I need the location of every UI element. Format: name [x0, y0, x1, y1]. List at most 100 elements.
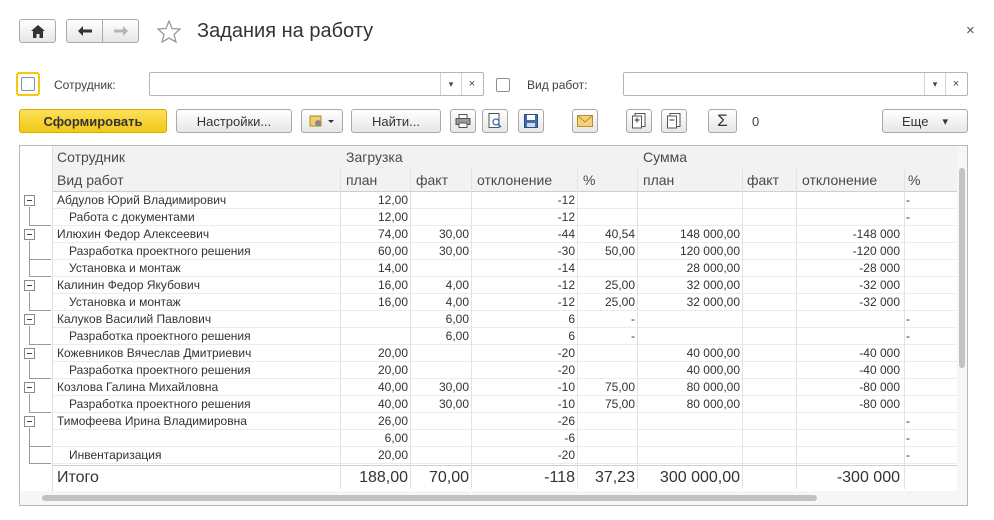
- collapse-group-icon[interactable]: [24, 280, 35, 291]
- report-table[interactable]: Сотрудник Загрузка Сумма Вид работ план …: [19, 145, 968, 506]
- work-type-row[interactable]: Установка и монтаж 16,00 4,00 -12 25,00 32 00…: [53, 294, 958, 311]
- column-divider: [796, 169, 797, 489]
- row-fact: [412, 447, 469, 464]
- header-sum-deviation[interactable]: отклонение: [802, 172, 877, 188]
- star-icon[interactable]: [157, 20, 181, 43]
- work-type-label: Вид работ:: [527, 78, 588, 92]
- header-work-type[interactable]: Вид работ: [57, 172, 124, 188]
- employee-row[interactable]: Илюхин Федор Алексеевич 74,00 30,00 -44 40,5…: [53, 226, 958, 243]
- row-sum-percent: [906, 345, 936, 362]
- row-deviation: -30: [557, 244, 575, 258]
- more-button[interactable]: Еще ▾: [882, 109, 968, 133]
- vertical-scroll-thumb[interactable]: [959, 168, 965, 368]
- work-type-row[interactable]: 6,00 -6 -: [53, 430, 958, 447]
- row-sum-plan: 120 000,00: [679, 244, 740, 258]
- row-percent: -: [631, 329, 635, 343]
- header-employee[interactable]: Сотрудник: [57, 149, 125, 165]
- work-type-row[interactable]: Разработка проектного решения 60,00 30,00 -…: [53, 243, 958, 260]
- row-sum-deviation: [798, 192, 900, 209]
- header-percent[interactable]: %: [583, 172, 595, 188]
- variant-menu-button[interactable]: [301, 109, 343, 133]
- work-type-row[interactable]: Разработка проектного решения 20,00 -20 40 …: [53, 362, 958, 379]
- employee-row[interactable]: Абдулов Юрий Владимирович 12,00 -12 -: [53, 192, 958, 209]
- header-fact[interactable]: факт: [416, 172, 448, 188]
- employee-row[interactable]: Козлова Галина Михайловна 40,00 30,00 -10 75…: [53, 379, 958, 396]
- tree-branch-line: [29, 310, 51, 311]
- work-type-row[interactable]: Разработка проектного решения 6,00 6 - -: [53, 328, 958, 345]
- employee-row[interactable]: Тимофеева Ирина Владимировна 26,00 -26 -: [53, 413, 958, 430]
- horizontal-scroll-thumb[interactable]: [42, 495, 817, 501]
- close-icon[interactable]: ×: [966, 22, 975, 39]
- find-button[interactable]: Найти...: [351, 109, 441, 133]
- row-deviation: -12: [557, 210, 575, 224]
- row-sum-fact: [744, 311, 794, 328]
- row-sum-plan: 32 000,00: [686, 278, 740, 292]
- row-plan: 20,00: [377, 448, 408, 462]
- work-type-row[interactable]: Работа с документами 12,00 -12 -: [53, 209, 958, 226]
- header-deviation[interactable]: отклонение: [477, 172, 552, 188]
- sum-button[interactable]: Σ: [708, 109, 737, 133]
- row-sum-percent: -: [906, 431, 910, 445]
- header-load[interactable]: Загрузка: [346, 149, 403, 165]
- collapse-groups-button[interactable]: [661, 109, 687, 133]
- row-sum-plan: [639, 430, 740, 447]
- save-button[interactable]: [518, 109, 544, 133]
- employee-filter-checkbox-focus[interactable]: [16, 72, 40, 96]
- row-sum-plan: 28 000,00: [686, 261, 740, 275]
- header-sum-percent[interactable]: %: [908, 172, 920, 188]
- vertical-scrollbar[interactable]: [957, 146, 967, 505]
- more-label: Еще: [902, 113, 929, 129]
- row-sum-deviation: [798, 447, 900, 464]
- row-name: Установка и монтаж: [69, 295, 181, 309]
- tree-branch-line: [29, 276, 51, 277]
- header-sum-fact[interactable]: факт: [747, 172, 779, 188]
- employee-field[interactable]: ▾ ×: [149, 72, 484, 96]
- collapse-group-icon[interactable]: [24, 382, 35, 393]
- back-button[interactable]: [66, 19, 103, 43]
- work-type-field[interactable]: ▾ ×: [623, 72, 968, 96]
- horizontal-scrollbar[interactable]: [20, 491, 967, 505]
- header-sum[interactable]: Сумма: [643, 149, 687, 165]
- work-type-dropdown-icon[interactable]: ▾: [924, 73, 945, 95]
- work-type-clear-icon[interactable]: ×: [945, 73, 966, 95]
- row-name: Абдулов Юрий Владимирович: [57, 193, 227, 207]
- row-sum-deviation: -80 000: [859, 397, 900, 411]
- row-fact: 6,00: [445, 329, 469, 343]
- preview-button[interactable]: [482, 109, 508, 133]
- row-plan: 16,00: [377, 278, 408, 292]
- header-sum-plan[interactable]: план: [643, 172, 674, 188]
- row-deviation: 6: [568, 312, 575, 326]
- employee-clear-icon[interactable]: ×: [461, 73, 482, 95]
- settings-button[interactable]: Настройки...: [176, 109, 292, 133]
- row-sum-deviation: -28 000: [859, 261, 900, 275]
- work-type-filter-checkbox[interactable]: [496, 78, 510, 92]
- employee-dropdown-icon[interactable]: ▾: [440, 73, 461, 95]
- generate-button[interactable]: Сформировать: [19, 109, 167, 133]
- forward-button[interactable]: [102, 19, 139, 43]
- expand-groups-button[interactable]: [626, 109, 652, 133]
- home-button[interactable]: [19, 19, 56, 43]
- employee-filter-checkbox[interactable]: [21, 77, 35, 91]
- column-divider: [410, 169, 411, 489]
- collapse-group-icon[interactable]: [24, 314, 35, 325]
- collapse-group-icon[interactable]: [24, 348, 35, 359]
- employee-row[interactable]: Калинин Федор Якубович 16,00 4,00 -12 25,00 3…: [53, 277, 958, 294]
- row-sum-plan: 32 000,00: [686, 295, 740, 309]
- row-fact: 4,00: [445, 295, 469, 309]
- print-button[interactable]: [450, 109, 476, 133]
- employee-row[interactable]: Кожевников Вячеслав Дмитриевич 20,00 -20 40…: [53, 345, 958, 362]
- header-plan[interactable]: план: [346, 172, 377, 188]
- send-email-button[interactable]: [572, 109, 598, 133]
- employee-label: Сотрудник:: [54, 78, 116, 92]
- work-type-row[interactable]: Инвентаризация 20,00 -20 -: [53, 447, 958, 464]
- row-percent: [579, 413, 635, 430]
- work-type-row[interactable]: Разработка проектного решения 40,00 30,00 -…: [53, 396, 958, 413]
- row-plan: 14,00: [377, 261, 408, 275]
- row-sum-percent: [906, 260, 936, 277]
- work-type-row[interactable]: Установка и монтаж 14,00 -14 28 000,00 -28 0…: [53, 260, 958, 277]
- collapse-group-icon[interactable]: [24, 195, 35, 206]
- collapse-group-icon[interactable]: [24, 416, 35, 427]
- collapse-group-icon[interactable]: [24, 229, 35, 240]
- employee-row[interactable]: Калуков Василий Павлович 6,00 6 - -: [53, 311, 958, 328]
- row-name: Разработка проектного решения: [69, 397, 251, 411]
